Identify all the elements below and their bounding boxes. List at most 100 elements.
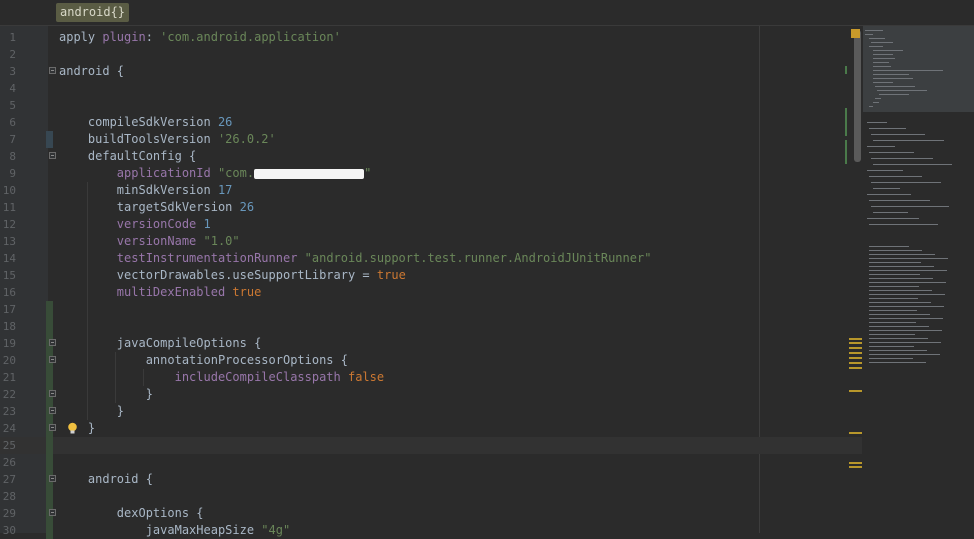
minimap-line bbox=[869, 262, 921, 263]
breadcrumb[interactable]: android{} bbox=[56, 3, 130, 22]
code-line[interactable]: 9 applicationId "com. " bbox=[0, 165, 862, 182]
minimap-line bbox=[873, 212, 908, 213]
warning-marker[interactable] bbox=[849, 352, 862, 354]
minimap-line bbox=[869, 266, 934, 267]
warning-marker[interactable] bbox=[849, 342, 862, 344]
code-line[interactable]: 21 includeCompileClasspath false bbox=[0, 369, 862, 386]
code-line[interactable]: 10 minSdkVersion 17 bbox=[0, 182, 862, 199]
fold-marker-icon[interactable] bbox=[49, 390, 56, 397]
minimap-line bbox=[879, 94, 909, 95]
fold-marker-icon[interactable] bbox=[49, 356, 56, 363]
code-line[interactable]: 14 testInstrumentationRunner "android.su… bbox=[0, 250, 862, 267]
code-editor[interactable]: 1 apply plugin: 'com.android.application'… bbox=[0, 26, 862, 539]
line-number: 21 bbox=[2, 371, 16, 384]
warning-marker[interactable] bbox=[849, 362, 862, 364]
code-line[interactable]: 12 versionCode 1 bbox=[0, 216, 862, 233]
code-minimap[interactable] bbox=[863, 26, 974, 533]
code-line[interactable]: 28 bbox=[0, 488, 862, 505]
code-line[interactable]: 1 apply plugin: 'com.android.application' bbox=[0, 29, 862, 46]
code-line[interactable]: 22 } bbox=[0, 386, 862, 403]
fold-marker-icon[interactable] bbox=[49, 424, 56, 431]
vcs-change-marker[interactable] bbox=[46, 522, 53, 539]
code-line[interactable]: 18 bbox=[0, 318, 862, 335]
fold-marker-icon[interactable] bbox=[49, 407, 56, 414]
minimap-line bbox=[867, 170, 903, 171]
inspection-status-icon[interactable] bbox=[851, 29, 860, 38]
vertical-scrollbar[interactable] bbox=[854, 30, 861, 162]
code-line[interactable]: 13 versionName "1.0" bbox=[0, 233, 862, 250]
code-token: true bbox=[376, 268, 406, 282]
code-line[interactable]: 26 bbox=[0, 454, 862, 471]
line-number: 10 bbox=[2, 184, 16, 197]
warning-marker[interactable] bbox=[849, 357, 862, 359]
warning-marker[interactable] bbox=[849, 390, 862, 392]
code-line[interactable]: 25 bbox=[0, 437, 862, 454]
minimap-line bbox=[869, 294, 945, 295]
line-number: 1 bbox=[9, 31, 16, 44]
code-line[interactable]: 24 } bbox=[0, 420, 862, 437]
code-token: vectorDrawables.useSupportLibrary = bbox=[59, 268, 377, 282]
code-line[interactable]: 15 vectorDrawables.useSupportLibrary = t… bbox=[0, 267, 862, 284]
code-line[interactable]: 3 android { bbox=[0, 63, 862, 80]
code-text: compileSdkVersion 26 bbox=[59, 114, 233, 131]
warning-marker[interactable] bbox=[849, 347, 862, 349]
minimap-line bbox=[869, 38, 885, 39]
code-line[interactable]: 19 javaCompileOptions { bbox=[0, 335, 862, 352]
line-number: 4 bbox=[9, 82, 16, 95]
change-marker[interactable] bbox=[845, 66, 847, 74]
vcs-change-marker[interactable] bbox=[46, 318, 53, 335]
fold-marker-icon[interactable] bbox=[49, 475, 56, 482]
code-token: true bbox=[232, 285, 262, 299]
code-text: } bbox=[59, 420, 95, 437]
code-token: compileSdkVersion bbox=[59, 115, 218, 129]
vcs-change-marker[interactable] bbox=[46, 369, 53, 386]
fold-marker-icon[interactable] bbox=[49, 509, 56, 516]
code-line[interactable]: 30 javaMaxHeapSize "4g" bbox=[0, 522, 862, 539]
fold-marker-icon[interactable] bbox=[49, 339, 56, 346]
code-token: " bbox=[364, 166, 372, 180]
code-line[interactable]: 8 defaultConfig { bbox=[0, 148, 862, 165]
code-line[interactable]: 23 } bbox=[0, 403, 862, 420]
line-number: 14 bbox=[2, 252, 16, 265]
minimap-line bbox=[873, 140, 944, 141]
vcs-change-marker[interactable] bbox=[46, 131, 53, 148]
code-text: android { bbox=[59, 471, 153, 488]
vcs-change-marker[interactable] bbox=[46, 454, 53, 471]
vcs-change-marker[interactable] bbox=[46, 437, 53, 454]
fold-marker-icon[interactable] bbox=[49, 152, 56, 159]
code-line[interactable]: 27 android { bbox=[0, 471, 862, 488]
code-token: false bbox=[347, 370, 385, 384]
code-line[interactable]: 7 buildToolsVersion '26.0.2' bbox=[0, 131, 862, 148]
code-token: 26 bbox=[239, 200, 255, 214]
code-line[interactable]: 20 annotationProcessorOptions { bbox=[0, 352, 862, 369]
warning-marker[interactable] bbox=[849, 466, 862, 468]
line-number: 15 bbox=[2, 269, 16, 282]
minimap-line bbox=[869, 278, 933, 279]
line-number: 8 bbox=[9, 150, 16, 163]
code-token: versionName bbox=[59, 234, 204, 248]
vcs-change-marker[interactable] bbox=[46, 301, 53, 318]
code-line[interactable]: 11 targetSdkVersion 26 bbox=[0, 199, 862, 216]
code-line[interactable]: 4 bbox=[0, 80, 862, 97]
code-line[interactable]: 29 dexOptions { bbox=[0, 505, 862, 522]
warning-marker[interactable] bbox=[849, 432, 862, 434]
minimap-line bbox=[867, 122, 887, 123]
code-line[interactable]: 5 bbox=[0, 97, 862, 114]
change-marker[interactable] bbox=[845, 108, 847, 136]
warning-marker[interactable] bbox=[849, 338, 862, 340]
minimap-line bbox=[869, 314, 930, 315]
code-line[interactable]: 6 compileSdkVersion 26 bbox=[0, 114, 862, 131]
fold-marker-icon[interactable] bbox=[49, 67, 56, 74]
line-number: 2 bbox=[9, 48, 16, 61]
warning-marker[interactable] bbox=[849, 462, 862, 464]
line-number: 6 bbox=[9, 116, 16, 129]
indent-guide bbox=[115, 352, 116, 403]
code-line[interactable]: 17 bbox=[0, 301, 862, 318]
code-line[interactable]: 2 bbox=[0, 46, 862, 63]
code-text: apply plugin: 'com.android.application' bbox=[59, 29, 341, 46]
change-marker[interactable] bbox=[845, 140, 847, 164]
warning-marker[interactable] bbox=[849, 367, 862, 369]
minimap-line bbox=[869, 362, 926, 363]
vcs-change-marker[interactable] bbox=[46, 488, 53, 505]
code-line[interactable]: 16 multiDexEnabled true bbox=[0, 284, 862, 301]
